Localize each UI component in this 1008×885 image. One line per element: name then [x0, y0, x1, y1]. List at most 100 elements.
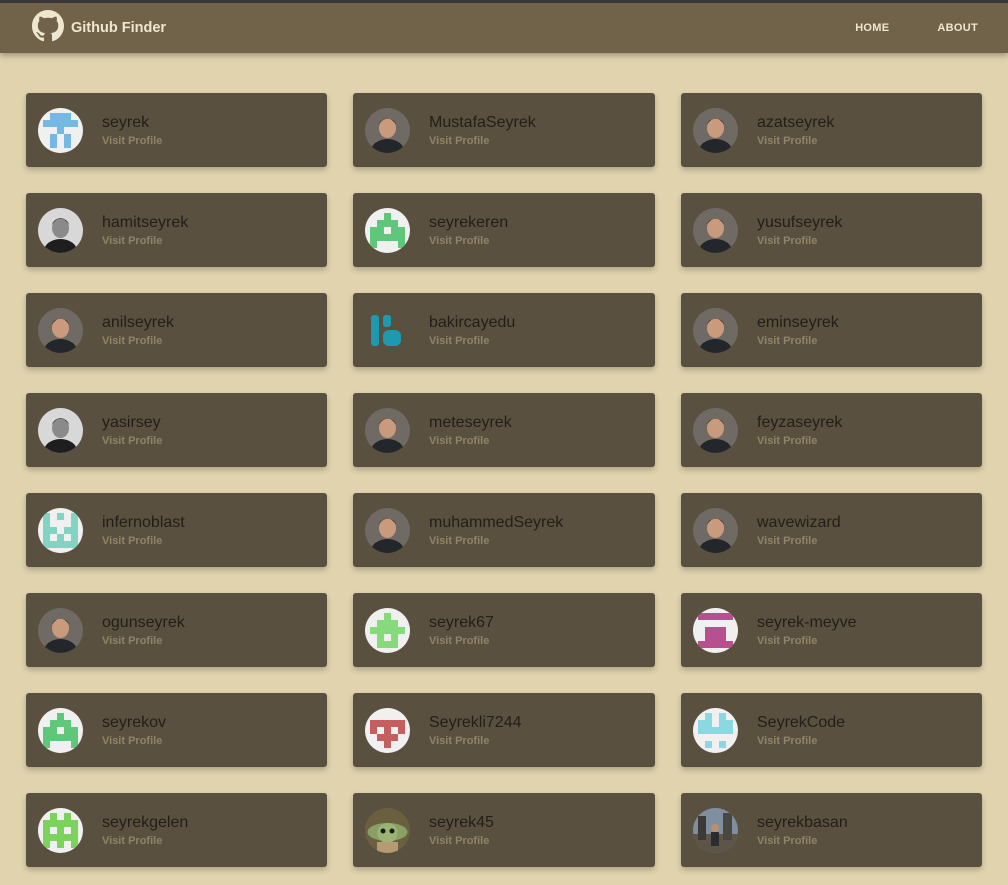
user-grid: seyrek Visit Profile MustafaSeyrek Visit Pr… — [0, 53, 1008, 867]
user-card: ogunseyrek Visit Profile — [26, 593, 327, 667]
user-info: seyrek67 Visit Profile — [429, 613, 494, 647]
visit-profile-link[interactable]: Visit Profile — [102, 135, 162, 147]
username: seyrek45 — [429, 814, 494, 831]
visit-profile-link[interactable]: Visit Profile — [429, 735, 522, 747]
user-info: feyzaseyrek Visit Profile — [757, 413, 842, 447]
avatar — [38, 407, 83, 453]
user-info: meteseyrek Visit Profile — [429, 413, 512, 447]
visit-profile-link[interactable]: Visit Profile — [102, 735, 166, 747]
username: hamitseyrek — [102, 214, 189, 231]
visit-profile-link[interactable]: Visit Profile — [757, 835, 848, 847]
visit-profile-link[interactable]: Visit Profile — [429, 835, 494, 847]
user-card: anilseyrek Visit Profile — [26, 293, 327, 367]
username: feyzaseyrek — [757, 414, 843, 431]
avatar — [365, 507, 410, 553]
user-card: hamitseyrek Visit Profile — [26, 193, 327, 267]
username: seyrek67 — [429, 614, 494, 631]
user-card: SeyrekCode Visit Profile — [681, 693, 982, 767]
avatar — [693, 307, 738, 353]
avatar — [365, 607, 410, 653]
user-card: MustafaSeyrek Visit Profile — [353, 93, 655, 167]
username: ogunseyrek — [102, 614, 185, 631]
user-info: bakircayedu Visit Profile — [429, 313, 515, 347]
user-card: seyrekgelen Visit Profile — [26, 793, 327, 867]
user-card: yusufseyrek Visit Profile — [681, 193, 982, 267]
username: seyrekgelen — [102, 814, 189, 831]
user-info: SeyrekCode Visit Profile — [757, 713, 845, 747]
user-card: feyzaseyrek Visit Profile — [681, 393, 982, 467]
user-info: MustafaSeyrek Visit Profile — [429, 113, 536, 147]
user-card: infernoblast Visit Profile — [26, 493, 327, 567]
username: infernoblast — [102, 514, 185, 531]
app-title: Github Finder — [71, 20, 167, 36]
visit-profile-link[interactable]: Visit Profile — [429, 535, 563, 547]
visit-profile-link[interactable]: Visit Profile — [429, 335, 515, 347]
avatar — [693, 407, 738, 453]
user-info: eminseyrek Visit Profile — [757, 313, 839, 347]
user-info: seyrekbasan Visit Profile — [757, 813, 848, 847]
brand[interactable]: Github Finder — [32, 9, 167, 47]
username: seyrekbasan — [757, 814, 848, 831]
visit-profile-link[interactable]: Visit Profile — [429, 635, 494, 647]
user-card: bakircayedu Visit Profile — [353, 293, 655, 367]
avatar — [365, 707, 410, 753]
visit-profile-link[interactable]: Visit Profile — [102, 635, 185, 647]
visit-profile-link[interactable]: Visit Profile — [102, 335, 174, 347]
user-info: seyrek Visit Profile — [102, 113, 162, 147]
visit-profile-link[interactable]: Visit Profile — [757, 335, 839, 347]
user-card: seyrekbasan Visit Profile — [681, 793, 982, 867]
avatar — [38, 807, 83, 853]
username: seyrekeren — [429, 214, 509, 231]
nav-links: HOME ABOUT — [807, 22, 978, 34]
username: yasirsey — [102, 414, 161, 431]
user-card: muhammedSeyrek Visit Profile — [353, 493, 655, 567]
avatar — [693, 707, 738, 753]
username: yusufseyrek — [757, 214, 843, 231]
nav-home-link[interactable]: HOME — [855, 22, 889, 34]
avatar — [38, 307, 83, 353]
avatar — [693, 807, 738, 853]
avatar — [38, 707, 83, 753]
avatar — [365, 107, 410, 153]
avatar — [365, 807, 410, 853]
user-card: azatseyrek Visit Profile — [681, 93, 982, 167]
nav-about-link[interactable]: ABOUT — [937, 22, 978, 34]
visit-profile-link[interactable]: Visit Profile — [429, 235, 508, 247]
avatar — [365, 407, 410, 453]
user-info: seyrek45 Visit Profile — [429, 813, 494, 847]
visit-profile-link[interactable]: Visit Profile — [757, 635, 857, 647]
visit-profile-link[interactable]: Visit Profile — [757, 535, 841, 547]
user-info: hamitseyrek Visit Profile — [102, 213, 188, 247]
avatar — [38, 207, 83, 253]
visit-profile-link[interactable]: Visit Profile — [102, 535, 185, 547]
avatar — [693, 107, 738, 153]
user-info: ogunseyrek Visit Profile — [102, 613, 185, 647]
visit-profile-link[interactable]: Visit Profile — [757, 735, 845, 747]
user-card: seyrek-meyve Visit Profile — [681, 593, 982, 667]
visit-profile-link[interactable]: Visit Profile — [102, 235, 188, 247]
visit-profile-link[interactable]: Visit Profile — [757, 435, 842, 447]
visit-profile-link[interactable]: Visit Profile — [102, 835, 188, 847]
user-info: wavewizard Visit Profile — [757, 513, 841, 547]
avatar — [365, 307, 410, 353]
user-info: infernoblast Visit Profile — [102, 513, 185, 547]
username: seyrekov — [102, 714, 167, 731]
avatar — [693, 207, 738, 253]
username: eminseyrek — [757, 314, 839, 331]
avatar — [38, 107, 83, 153]
user-card: seyrek67 Visit Profile — [353, 593, 655, 667]
user-info: seyrekgelen Visit Profile — [102, 813, 188, 847]
user-info: yusufseyrek Visit Profile — [757, 213, 842, 247]
visit-profile-link[interactable]: Visit Profile — [429, 135, 536, 147]
user-card: wavewizard Visit Profile — [681, 493, 982, 567]
user-card: yasirsey Visit Profile — [26, 393, 327, 467]
user-info: seyrekov Visit Profile — [102, 713, 166, 747]
visit-profile-link[interactable]: Visit Profile — [429, 435, 512, 447]
avatar — [365, 207, 410, 253]
user-info: seyrek-meyve Visit Profile — [757, 613, 857, 647]
visit-profile-link[interactable]: Visit Profile — [757, 135, 834, 147]
visit-profile-link[interactable]: Visit Profile — [102, 435, 162, 447]
visit-profile-link[interactable]: Visit Profile — [757, 235, 842, 247]
username: seyrek-meyve — [757, 614, 857, 631]
user-info: muhammedSeyrek Visit Profile — [429, 513, 563, 547]
